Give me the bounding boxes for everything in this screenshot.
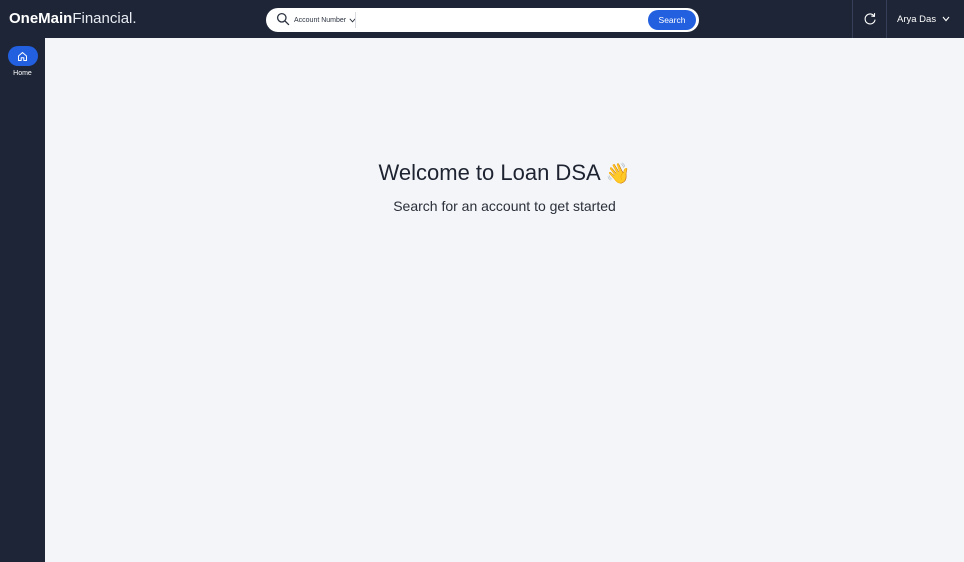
topbar-divider — [886, 0, 887, 38]
search-type-label: Account Number — [294, 16, 347, 24]
main-content: Welcome to Loan DSA 👋 Search for an acco… — [45, 38, 964, 562]
search-bar: Account Number Search — [266, 8, 699, 32]
sidebar-item-label: Home — [13, 70, 32, 77]
top-bar: OneMainFinancial. Account Number Search — [0, 0, 964, 38]
sidebar-item-home[interactable]: Home — [4, 46, 41, 82]
app: OneMainFinancial. Account Number Search — [0, 0, 964, 562]
search-button[interactable]: Search — [648, 10, 696, 30]
user-name: Arya Das — [897, 13, 937, 25]
sidebar: Home — [0, 38, 45, 562]
brand-name-bold: OneMain — [9, 10, 73, 27]
sidebar-item-home-highlight — [7, 46, 38, 66]
waving-hand-icon: 👋 — [605, 163, 631, 185]
welcome-panel: Welcome to Loan DSA 👋 Search for an acco… — [45, 158, 964, 215]
welcome-subtitle: Search for an account to get started — [393, 198, 616, 214]
search-separator — [355, 12, 356, 28]
topbar-divider — [852, 0, 853, 38]
brand-dot: . — [132, 10, 137, 27]
welcome-title-text: Welcome to Loan DSA — [378, 160, 600, 185]
home-icon — [18, 51, 27, 61]
brand-name-light: Financial — [72, 10, 133, 27]
brand-logo[interactable]: OneMainFinancial. — [9, 10, 137, 28]
chevron-down-icon — [942, 16, 950, 22]
user-menu[interactable]: Arya Das — [897, 12, 950, 26]
search-type-dropdown[interactable]: Account Number — [294, 8, 356, 32]
search-input[interactable] — [358, 10, 640, 30]
search-icon — [276, 12, 290, 26]
refresh-icon[interactable] — [862, 11, 878, 27]
page-title: Welcome to Loan DSA 👋 — [45, 158, 964, 189]
